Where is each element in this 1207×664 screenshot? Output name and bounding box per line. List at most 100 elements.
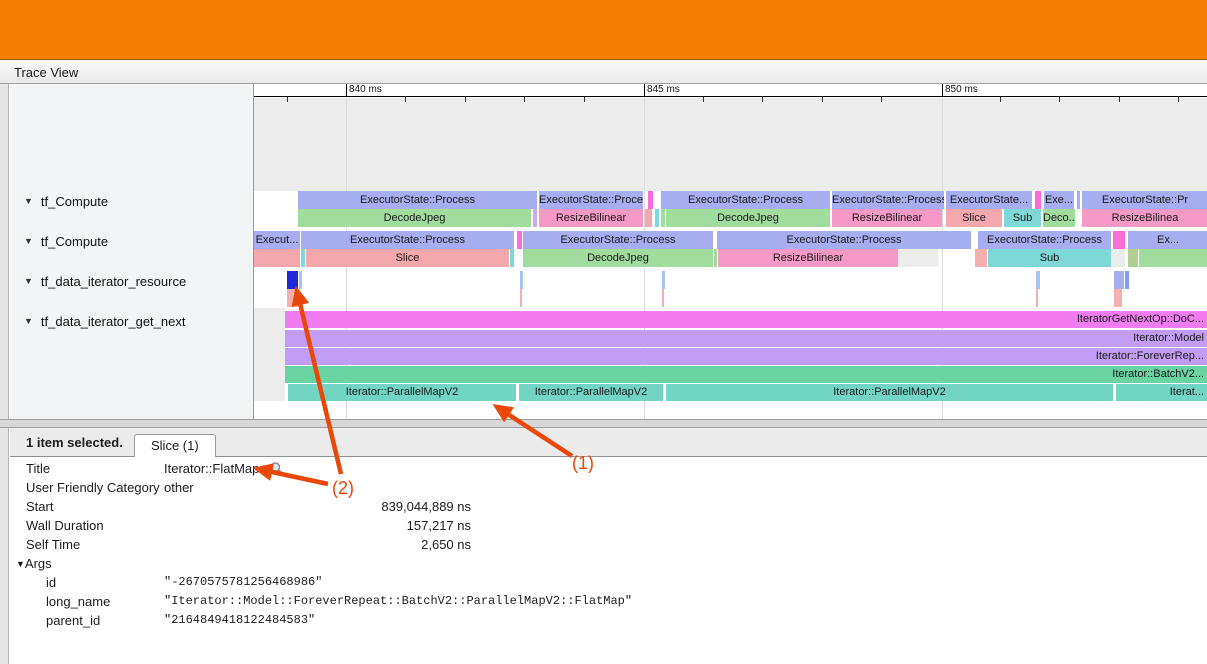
ruler-tick-label: 850 ms (945, 84, 978, 96)
collapse-triangle-icon[interactable]: ▼ (24, 236, 33, 246)
ruler-minor-tick (287, 97, 288, 102)
trace-slice[interactable]: Iterator::ParallelMapV2 (519, 384, 663, 401)
trace-slice[interactable]: Sub (1004, 209, 1041, 227)
ruler-minor-tick (1000, 97, 1001, 102)
trace-slice[interactable] (714, 249, 717, 267)
trace-slice[interactable] (1114, 289, 1122, 307)
trace-slice[interactable]: ExecutorState::Process (523, 231, 713, 249)
detail-row-user-friendly-category: User Friendly Categoryother (10, 478, 1207, 497)
trace-slice[interactable]: ExecutorState::Process (539, 191, 643, 209)
trace-slice[interactable]: DecodeJpeg (523, 249, 713, 267)
trace-slice[interactable]: Execut... (254, 231, 300, 249)
trace-slice[interactable]: ExecutorState::Process (661, 191, 830, 209)
trace-slice[interactable]: Slice (946, 209, 1002, 227)
trace-slice[interactable] (898, 249, 938, 267)
detail-row-self-time: Self Time2,650 ns (10, 535, 1207, 554)
trace-slice[interactable]: Iterator::BatchV2... (285, 366, 1207, 383)
ruler-minor-tick (1178, 97, 1179, 102)
trace-slice[interactable]: Ex... (1128, 231, 1207, 249)
trace-slice[interactable] (1113, 231, 1125, 249)
trace-slice[interactable] (520, 271, 523, 289)
ruler-minor-tick (524, 97, 525, 102)
trace-slice[interactable] (1128, 249, 1138, 267)
trace-slice[interactable] (1125, 271, 1129, 289)
ruler-minor-tick (1119, 97, 1120, 102)
expand-triangle-icon[interactable]: ▼ (16, 559, 25, 569)
tab-slice[interactable]: Slice (1) (134, 434, 216, 457)
trace-slice[interactable]: Iterator::Model (285, 330, 1207, 347)
trace-slice[interactable] (533, 209, 537, 227)
trace-slice[interactable] (299, 271, 302, 289)
trace-slice[interactable] (975, 249, 987, 267)
trace-slice[interactable] (1139, 249, 1207, 267)
ruler-tick-label: 840 ms (349, 84, 382, 96)
trace-slice[interactable] (662, 289, 664, 307)
trace-slice[interactable]: ResizeBilinear (718, 249, 898, 267)
timeline-canvas[interactable]: 840 ms 845 ms 850 ms ExecutorState::Proces… (253, 84, 1207, 419)
collapse-triangle-icon[interactable]: ▼ (24, 316, 33, 326)
trace-slice[interactable] (645, 209, 652, 227)
trace-slice[interactable] (287, 271, 298, 289)
trace-slice[interactable] (510, 249, 514, 267)
trace-slice[interactable]: ExecutorState... (946, 191, 1032, 209)
trace-slice[interactable]: Iterator::ParallelMapV2 (288, 384, 516, 401)
trace-slice[interactable]: ExecutorState::Process (301, 231, 514, 249)
panel-title: Trace View (14, 65, 78, 80)
trace-slice[interactable] (254, 249, 300, 267)
trace-slice[interactable] (1036, 289, 1038, 307)
detail-row-args: ▼Args (10, 554, 1207, 573)
collapse-triangle-icon[interactable]: ▼ (24, 276, 33, 286)
trace-slice[interactable]: Slice (306, 249, 509, 267)
trace-slice[interactable] (287, 289, 298, 307)
collapse-triangle-icon[interactable]: ▼ (24, 196, 33, 206)
trace-slice[interactable]: ExecutorState::Process (717, 231, 971, 249)
track-name: tf_Compute (41, 194, 108, 209)
trace-slice[interactable] (1035, 191, 1041, 209)
trace-slice[interactable] (520, 289, 522, 307)
trace-slice[interactable]: Iterator::ForeverRep... (285, 348, 1207, 365)
trace-slice[interactable] (1114, 271, 1124, 289)
ruler-minor-tick (703, 97, 704, 102)
trace-slice[interactable]: Exe... (1044, 191, 1074, 209)
top-orange-banner (0, 0, 1207, 60)
panel-splitter[interactable] (0, 419, 1207, 428)
trace-slice[interactable]: Iterat... (1116, 384, 1207, 401)
trace-slice[interactable] (648, 191, 653, 209)
track-name: tf_data_iterator_get_next (41, 314, 186, 329)
trace-slice[interactable]: Iterator::ParallelMapV2 (666, 384, 1113, 401)
ruler-minor-tick (1059, 97, 1060, 102)
args-group-toggle[interactable]: ▼Args (16, 554, 52, 574)
trace-slice[interactable]: ExecutorState::Process (832, 191, 944, 209)
trace-slice[interactable] (662, 271, 665, 289)
trace-slice[interactable]: ExecutorState::Pr (1082, 191, 1207, 209)
inspector-tab-bar: 1 item selected. Slice (1) (10, 428, 1207, 457)
trace-slice[interactable] (1077, 191, 1080, 209)
trace-slice[interactable] (1111, 249, 1125, 267)
ruler-minor-tick (584, 97, 585, 102)
track-row-label-tf_data_iterator_resource[interactable]: ▼tf_data_iterator_resource (10, 272, 253, 290)
trace-slice[interactable]: ExecutorState::Process (298, 191, 537, 209)
trace-slice[interactable]: ResizeBilinea (1082, 209, 1207, 227)
trace-slice[interactable]: Deco... (1043, 209, 1075, 227)
ruler-minor-tick (465, 97, 466, 102)
trace-slice[interactable] (661, 209, 665, 227)
trace-slice[interactable]: ResizeBilinear (539, 209, 643, 227)
ruler-tick-label: 845 ms (647, 84, 680, 96)
trace-slice[interactable]: DecodeJpeg (298, 209, 531, 227)
trace-slice[interactable] (517, 231, 522, 249)
detail-value: "Iterator::Model::ForeverRepeat::BatchV2… (164, 592, 632, 611)
trace-slice[interactable]: ResizeBilinear (832, 209, 942, 227)
trace-slice[interactable] (1036, 271, 1040, 289)
detail-label: long_name (46, 592, 110, 611)
trace-slice[interactable]: Sub (988, 249, 1111, 267)
trace-slice[interactable]: IteratorGetNextOp::DoC... (285, 311, 1207, 328)
detail-value: "-2670575781256468986" (164, 573, 322, 592)
trace-slice[interactable] (301, 249, 305, 267)
track-row-label-tf_Compute[interactable]: ▼tf_Compute (10, 232, 253, 250)
trace-slice[interactable]: DecodeJpeg (666, 209, 830, 227)
trace-slice[interactable] (655, 209, 659, 227)
trace-slice[interactable]: ExecutorState::Process (978, 231, 1111, 249)
track-row-label-tf_Compute[interactable]: ▼ tf_Compute (10, 192, 253, 210)
track-row-label-tf_data_iterator_get_next[interactable]: ▼ tf_data_iterator_get_next (10, 312, 253, 330)
selection-status: 1 item selected. (26, 428, 123, 457)
